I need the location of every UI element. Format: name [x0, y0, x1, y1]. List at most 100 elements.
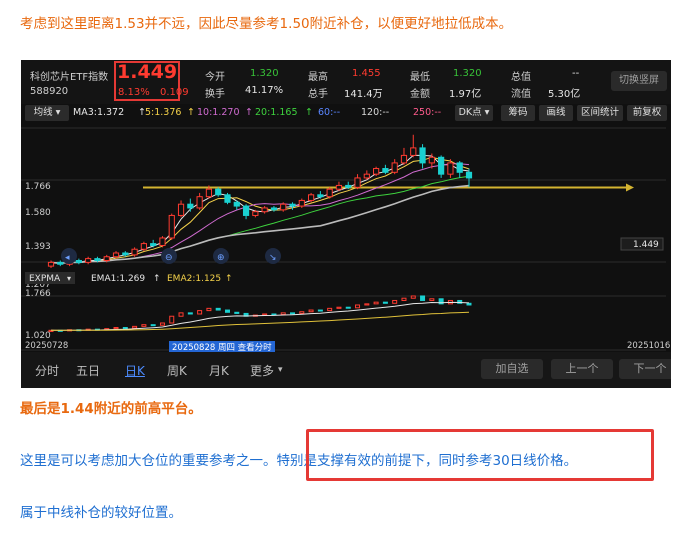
- stat-label-float-value: 流值: [511, 89, 531, 100]
- ma120-label: 120:--: [361, 107, 390, 118]
- stat-label-open: 今开: [205, 72, 225, 83]
- ma-select-label: 均线: [33, 107, 53, 118]
- candle-body: [131, 248, 138, 256]
- sub-candle: [429, 298, 435, 301]
- zoom-out-icon: ⊖: [165, 253, 173, 263]
- ema2-arrow-icon: ↑: [225, 274, 233, 284]
- ema-select-label: EXPMA: [29, 274, 61, 284]
- candle-body: [94, 258, 101, 261]
- tab-monthly-k[interactable]: 月K: [209, 362, 229, 379]
- highlight-box: [306, 429, 654, 481]
- tab-weekly-k[interactable]: 周K: [167, 362, 187, 379]
- change-pct: 8.13%: [118, 87, 150, 98]
- stock-name: 科创芯片ETF指数: [30, 72, 109, 83]
- sub-candle: [206, 307, 212, 312]
- candle-body: [419, 147, 426, 164]
- dk-point-label: DK点: [458, 107, 482, 118]
- sub-candle: [336, 306, 342, 309]
- sub-candle: [271, 313, 277, 316]
- sub-candle: [345, 306, 351, 309]
- stat-value-float-value: 5.30亿: [548, 89, 581, 100]
- candle-body: [187, 203, 194, 209]
- ma5-line: [50, 156, 470, 264]
- ma20-label: 20:1.165: [255, 107, 298, 118]
- candles: [47, 134, 473, 268]
- ema1-label: EMA1:1.269: [91, 274, 145, 284]
- ema1-arrow-icon: ↑: [153, 274, 161, 284]
- sub-candle: [280, 312, 286, 316]
- sub-candle: [215, 307, 221, 311]
- sub-candle: [382, 301, 388, 304]
- price-tag-label: 1.449: [633, 240, 659, 250]
- sub-candle: [299, 311, 305, 314]
- stock-chart-app: 科创芯片ETF指数 588920 1.449 8.13% 0.109 今开 1.…: [21, 60, 671, 388]
- adjust-button[interactable]: 前复权: [627, 105, 667, 121]
- sub-candle: [159, 322, 165, 326]
- candle-body: [270, 207, 278, 211]
- ma10-arrow-icon: ↑: [245, 107, 253, 118]
- candle-body: [205, 188, 213, 198]
- tab-intraday[interactable]: 分时: [35, 362, 59, 379]
- sub-candle: [132, 325, 138, 329]
- ma3-label: MA3:1.372: [73, 107, 125, 118]
- range-stats-button[interactable]: 区间统计: [577, 105, 623, 121]
- candle-body: [382, 168, 389, 173]
- prev-stock-button[interactable]: 上一个: [551, 359, 613, 379]
- date-end: 20251016: [627, 341, 671, 351]
- candle-body: [85, 258, 92, 263]
- grid: [21, 127, 666, 351]
- candle-body: [465, 171, 473, 179]
- sub-candle: [410, 295, 416, 299]
- draw-line-button[interactable]: 画线: [539, 105, 573, 121]
- candle-body: [261, 207, 268, 213]
- sub-candle: [420, 295, 426, 301]
- candle-body: [242, 205, 250, 216]
- candle-body: [57, 261, 64, 265]
- sub-candle: [355, 304, 361, 309]
- stat-value-total-value: --: [572, 68, 580, 79]
- reset-icon: ↘: [269, 253, 277, 263]
- dk-point-button[interactable]: DK点 ▾: [455, 105, 493, 121]
- candle-body: [400, 154, 408, 164]
- next-stock-button[interactable]: 下一个: [619, 359, 671, 379]
- ma-select[interactable]: 均线 ▾: [25, 105, 69, 121]
- candle-body: [410, 147, 417, 156]
- stat-label-high: 最高: [308, 72, 328, 83]
- stat-label-amount: 金额: [410, 89, 430, 100]
- sub-candle: [187, 312, 193, 315]
- back-icon: ◂: [65, 253, 70, 263]
- tab-more[interactable]: 更多: [250, 362, 274, 379]
- sub-bottom-label: 1.020: [25, 331, 51, 341]
- tab-five-day[interactable]: 五日: [76, 362, 100, 379]
- paragraph-3: 属于中线补仓的较好位置。: [20, 505, 182, 521]
- ma20-line: [50, 175, 470, 264]
- switch-portrait-button[interactable]: 切换竖屏: [611, 71, 667, 91]
- period-bar: 分时 五日 日K 周K 月K 更多 ▾ 加自选 上一个 下一个: [21, 352, 671, 388]
- chip-button[interactable]: 筹码: [501, 105, 535, 121]
- change-abs: 0.109: [160, 87, 189, 98]
- candle-body: [112, 252, 120, 258]
- add-watchlist-button[interactable]: 加自选: [481, 359, 543, 379]
- ema1-line: [50, 301, 470, 331]
- sub-candle: [373, 301, 379, 305]
- tab-daily-k[interactable]: 日K: [125, 362, 145, 379]
- candle-body: [196, 196, 203, 209]
- stat-label-volume: 总手: [308, 89, 328, 100]
- sub-candle: [122, 326, 128, 329]
- stat-label-turnover: 换手: [205, 89, 225, 100]
- candle-body: [224, 194, 231, 203]
- sub-candle: [141, 324, 147, 327]
- candle-body: [103, 256, 110, 261]
- ma20-arrow-icon: ↑: [305, 107, 313, 118]
- candle-body: [298, 199, 305, 207]
- zoom-in-icon: ⊕: [217, 253, 225, 263]
- stat-value-amount: 1.97亿: [449, 89, 482, 100]
- date-start: 20250728: [25, 341, 69, 351]
- sub-chart-candles: [48, 295, 472, 332]
- candle-body: [335, 184, 343, 190]
- candle-body: [391, 162, 398, 173]
- sub-candle: [327, 307, 333, 312]
- stat-value-turnover: 41.17%: [245, 85, 284, 96]
- ma3-line: [50, 154, 470, 264]
- candle-body: [307, 194, 315, 201]
